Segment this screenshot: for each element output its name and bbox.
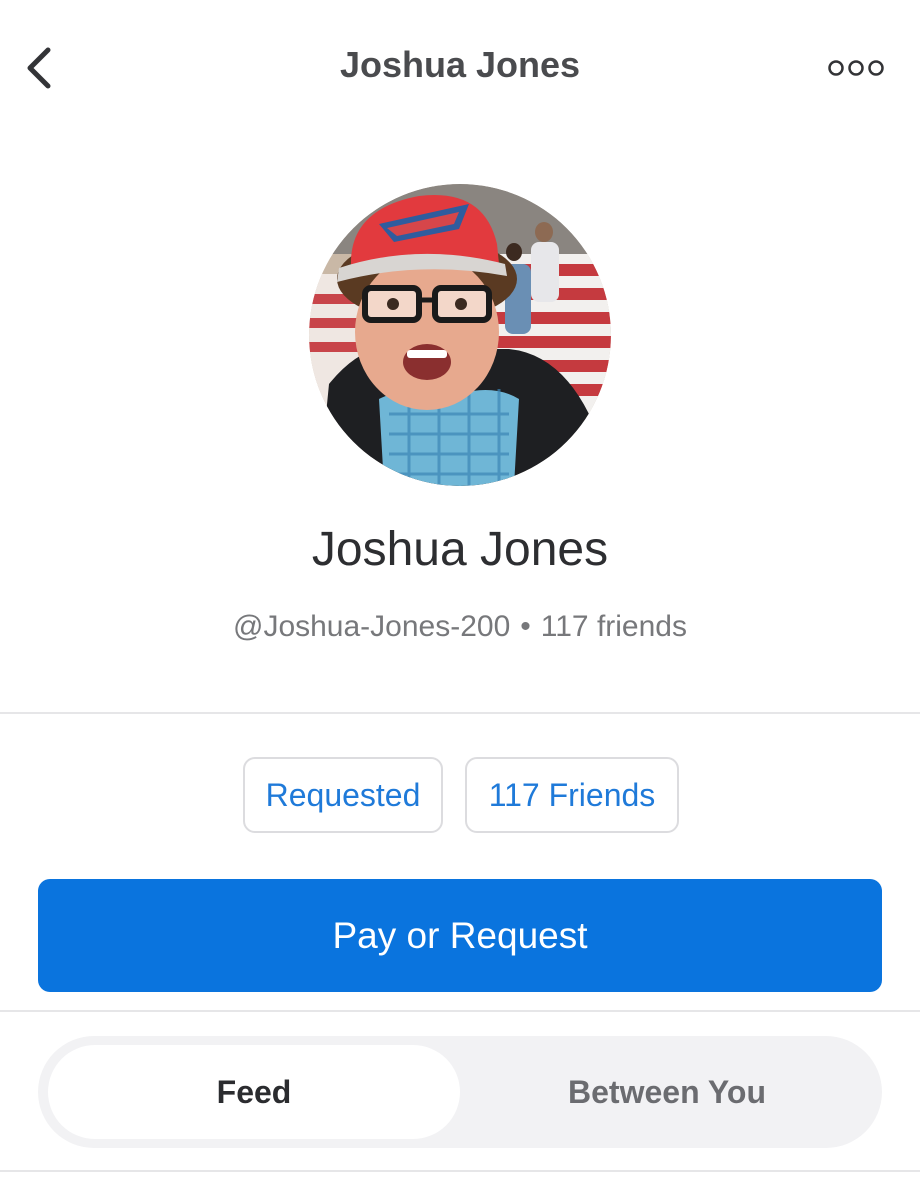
nav-bar: Joshua Jones [0, 0, 920, 140]
tab-feed[interactable]: Feed [48, 1045, 460, 1139]
tab-between-you[interactable]: Between You [462, 1045, 872, 1139]
avatar[interactable] [309, 184, 611, 486]
profile-name: Joshua Jones [311, 523, 609, 576]
friends-count[interactable]: 117 friends [541, 610, 687, 643]
divider [0, 712, 920, 714]
feed-segmented-control: Feed Between You [38, 1036, 882, 1148]
more-horizontal-icon [828, 60, 884, 76]
profile-photo [309, 184, 611, 486]
profile-meta: @Joshua-Jones-200 • 117 friends [0, 610, 920, 644]
divider [0, 1010, 920, 1012]
separator-dot: • [520, 610, 531, 643]
requested-button[interactable]: Requested [243, 757, 443, 833]
pay-or-request-button[interactable]: Pay or Request [38, 879, 882, 992]
friends-button[interactable]: 117 Friends [465, 757, 679, 833]
username: @Joshua-Jones-200 [232, 610, 511, 643]
page-title: Joshua Jones [339, 44, 581, 85]
divider [0, 1170, 920, 1172]
more-options-button[interactable] [822, 48, 890, 88]
